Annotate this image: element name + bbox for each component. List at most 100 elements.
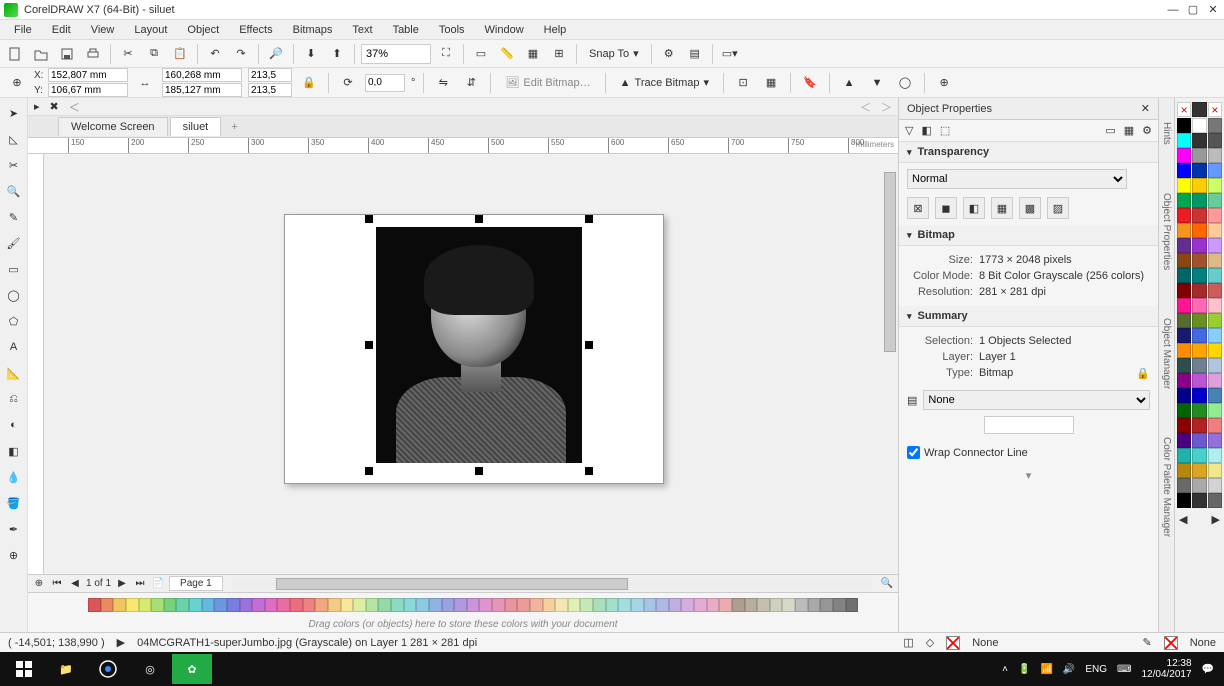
rotate-icon[interactable]: ⟳ — [337, 72, 359, 94]
expand-chevron-icon[interactable]: ▾ — [899, 465, 1158, 486]
wrap-icon[interactable]: 🔖 — [799, 72, 821, 94]
sidetab-hints[interactable]: Hints — [1161, 118, 1172, 149]
doc-color-swatch[interactable] — [555, 598, 568, 612]
outline-tool-icon[interactable]: ✒ — [2, 517, 26, 541]
file-explorer-icon[interactable]: 📁 — [46, 654, 86, 684]
new-icon[interactable] — [4, 43, 26, 65]
no-color-swatch[interactable] — [1177, 102, 1191, 117]
color-swatch[interactable] — [1177, 193, 1191, 208]
color-swatch[interactable] — [1208, 238, 1222, 253]
lock-icon[interactable]: 🔒 — [1136, 367, 1150, 380]
doc-color-swatch[interactable] — [290, 598, 303, 612]
doc-color-swatch[interactable] — [694, 598, 707, 612]
page-prev-icon[interactable]: ◀ — [68, 577, 82, 591]
chrome-icon[interactable] — [88, 654, 128, 684]
menu-edit[interactable]: Edit — [42, 22, 81, 38]
color-swatch[interactable] — [1177, 433, 1191, 448]
color-swatch[interactable] — [1192, 493, 1206, 508]
doc-color-swatch[interactable] — [656, 598, 669, 612]
navigator-icon[interactable]: 🔍 — [880, 577, 894, 591]
color-swatch[interactable] — [1192, 478, 1206, 493]
quick-customize-icon[interactable]: ⊕ — [2, 543, 26, 567]
rectangle-tool-icon[interactable]: ▭ — [2, 257, 26, 281]
color-swatch[interactable] — [1208, 193, 1222, 208]
color-swatch[interactable] — [1208, 223, 1222, 238]
snap-dropdown[interactable]: Snap To ▾ — [583, 45, 645, 62]
page-first-icon[interactable]: ⏮ — [50, 577, 64, 591]
print-icon[interactable] — [82, 43, 104, 65]
fill-swatch[interactable] — [946, 636, 960, 650]
doc-color-swatch[interactable] — [580, 598, 593, 612]
options-icon[interactable]: ⚙ — [658, 43, 680, 65]
doc-color-swatch[interactable] — [745, 598, 758, 612]
menu-window[interactable]: Window — [475, 22, 534, 38]
doc-color-swatch[interactable] — [820, 598, 833, 612]
color-swatch[interactable] — [1192, 283, 1206, 298]
palette-right-icon[interactable]: ▶ — [1212, 513, 1220, 526]
handle-mr[interactable] — [585, 341, 593, 349]
chevron-icon[interactable]: ▾ — [907, 311, 912, 322]
color-swatch[interactable] — [1192, 448, 1206, 463]
resample-icon[interactable]: ▦ — [760, 72, 782, 94]
menu-view[interactable]: View — [81, 22, 125, 38]
color-swatch[interactable] — [1192, 118, 1206, 133]
menu-file[interactable]: File — [4, 22, 42, 38]
doc-color-swatch[interactable] — [88, 598, 101, 612]
color-swatch[interactable] — [1192, 388, 1206, 403]
save-icon[interactable] — [56, 43, 78, 65]
rulers-icon[interactable]: 📏 — [496, 43, 518, 65]
color-swatch[interactable] — [1177, 118, 1191, 133]
menu-bitmaps[interactable]: Bitmaps — [283, 22, 343, 38]
transparency-tab-icon[interactable]: ⬚ — [940, 124, 950, 137]
scale-x-input[interactable] — [248, 68, 292, 82]
color-swatch[interactable] — [1192, 133, 1206, 148]
swatch[interactable] — [1192, 102, 1206, 117]
paste-icon[interactable]: 📋 — [169, 43, 191, 65]
color-swatch[interactable] — [1177, 268, 1191, 283]
redo-icon[interactable]: ↷ — [230, 43, 252, 65]
start-button[interactable] — [4, 654, 44, 684]
view-mode-2-icon[interactable]: ▦ — [1124, 124, 1134, 137]
import-icon[interactable]: ⬇ — [300, 43, 322, 65]
doc-color-swatch[interactable] — [442, 598, 455, 612]
handle-bc[interactable] — [475, 467, 483, 475]
no-transparency-icon[interactable]: ⊠ — [907, 197, 929, 219]
color-swatch[interactable] — [1177, 223, 1191, 238]
doc-color-swatch[interactable] — [530, 598, 543, 612]
fill-preview-icon[interactable]: ◫ — [903, 636, 913, 649]
color-swatch[interactable] — [1208, 208, 1222, 223]
cut-icon[interactable]: ✂ — [117, 43, 139, 65]
color-swatch[interactable] — [1177, 133, 1191, 148]
app-icon-1[interactable]: ◎ — [130, 654, 170, 684]
texture-transp-icon[interactable]: ▨ — [1047, 197, 1069, 219]
doc-color-swatch[interactable] — [139, 598, 152, 612]
color-swatch[interactable] — [1192, 193, 1206, 208]
color-swatch[interactable] — [1177, 343, 1191, 358]
doc-color-swatch[interactable] — [176, 598, 189, 612]
doc-color-swatch[interactable] — [644, 598, 657, 612]
notifications-icon[interactable]: 💬 — [1202, 664, 1214, 675]
color-swatch[interactable] — [1208, 118, 1222, 133]
color-swatch[interactable] — [1192, 463, 1206, 478]
doc-color-swatch[interactable] — [240, 598, 253, 612]
handle-bl[interactable] — [365, 467, 373, 475]
color-swatch[interactable] — [1177, 313, 1191, 328]
color-swatch[interactable] — [1208, 463, 1222, 478]
color-swatch[interactable] — [1177, 208, 1191, 223]
volume-icon[interactable]: 🔊 — [1063, 664, 1075, 675]
color-swatch[interactable] — [1177, 493, 1191, 508]
color-swatch[interactable] — [1177, 373, 1191, 388]
doc-color-swatch[interactable] — [404, 598, 417, 612]
height-input[interactable] — [162, 83, 242, 97]
tab-welcome[interactable]: Welcome Screen — [58, 117, 168, 136]
transparency-tool-icon[interactable]: ◧ — [2, 439, 26, 463]
sidetab-object-manager[interactable]: Object Manager — [1161, 314, 1172, 393]
color-swatch[interactable] — [1208, 133, 1222, 148]
color-swatch[interactable] — [1177, 478, 1191, 493]
color-swatch[interactable] — [1177, 448, 1191, 463]
color-swatch[interactable] — [1208, 148, 1222, 163]
doc-color-swatch[interactable] — [227, 598, 240, 612]
launch-icon[interactable]: ▤ — [684, 43, 706, 65]
page-next-icon[interactable]: ▶ — [115, 577, 129, 591]
color-swatch[interactable] — [1192, 373, 1206, 388]
